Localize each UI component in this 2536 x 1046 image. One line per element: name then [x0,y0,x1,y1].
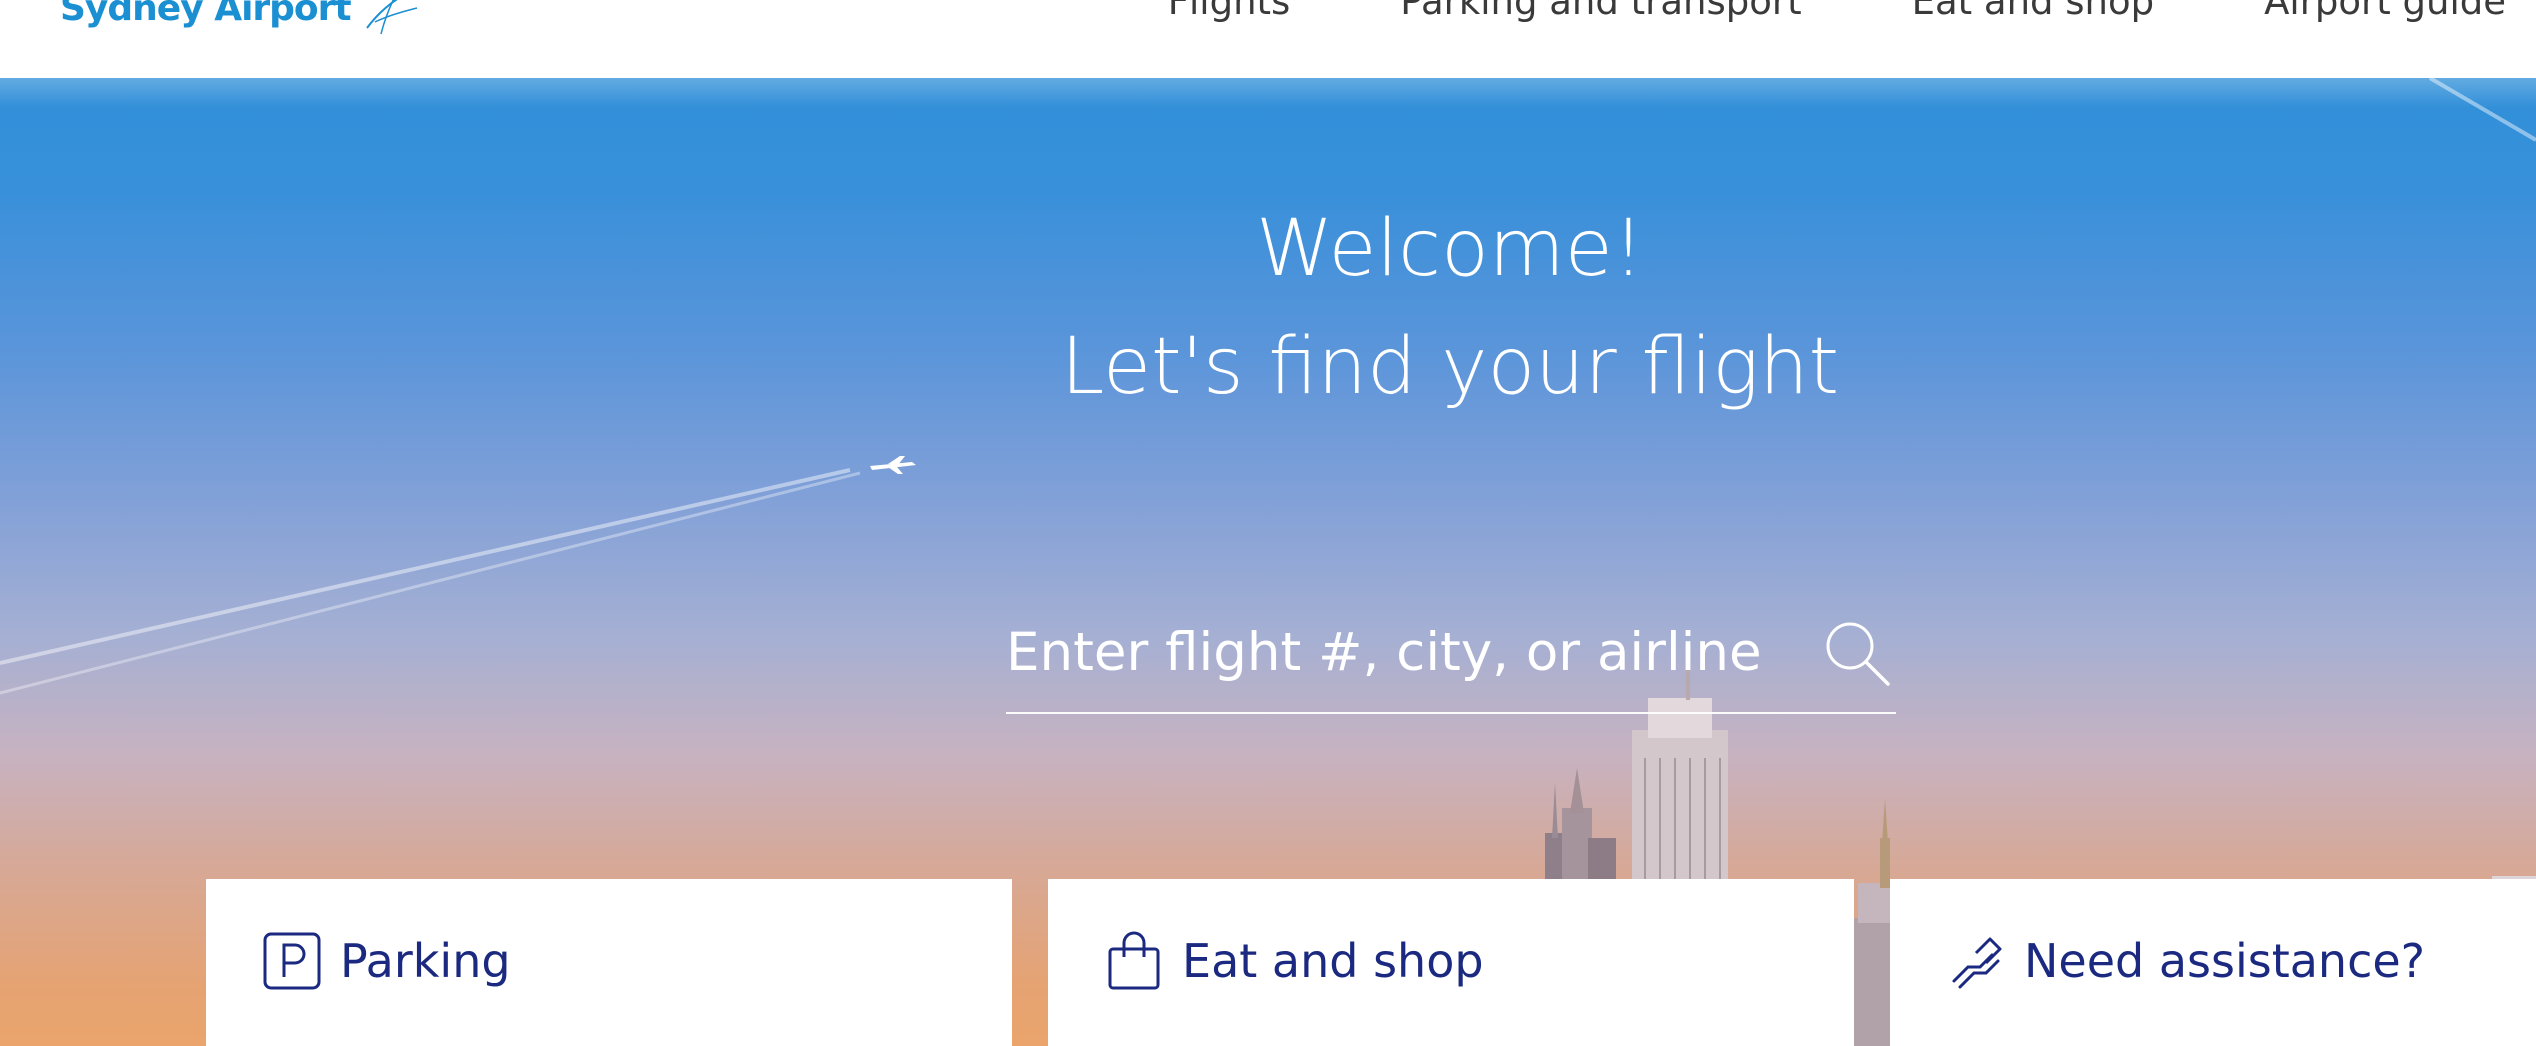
main-nav: Flights Parking and transport Eat and sh… [1168,0,2506,23]
card-need-assistance-label: Need assistance? [2024,934,2426,988]
nav-eat-and-shop[interactable]: Eat and shop [1912,0,2155,23]
nav-flights[interactable]: Flights [1168,0,1291,23]
card-need-assistance[interactable]: Need assistance? [1890,879,2536,1046]
card-eat-and-shop[interactable]: Eat and shop [1048,879,1854,1046]
nav-airport-guide[interactable]: Airport guide [2264,0,2506,23]
hero-heading-line1: Welcome! [1255,204,1645,294]
nav-parking-and-transport[interactable]: Parking and transport [1400,0,1801,23]
hero-heading: Welcome! Let's find your flight [0,190,2536,426]
site-header: Sydney Airport Flights Parking and trans… [0,0,2536,78]
airplane-icon [870,456,916,474]
card-parking-label: Parking [340,934,511,988]
search-icon [1826,622,1890,686]
parking-icon [263,932,321,990]
card-parking[interactable]: Parking [206,879,1012,1046]
sydney-airport-logo[interactable]: Sydney Airport [60,0,427,38]
card-eat-and-shop-label: Eat and shop [1182,934,1484,988]
flight-search-input[interactable] [1006,616,1786,688]
flight-search [1006,598,1896,714]
shopping-bag-icon [1108,931,1160,990]
logo-text: Sydney Airport [60,0,352,29]
search-button[interactable] [1820,616,1894,690]
hero-heading-line2: Let's find your flight [1060,322,1840,412]
helping-hands-icon [1952,937,2002,989]
logo-mark-icon [365,0,417,35]
